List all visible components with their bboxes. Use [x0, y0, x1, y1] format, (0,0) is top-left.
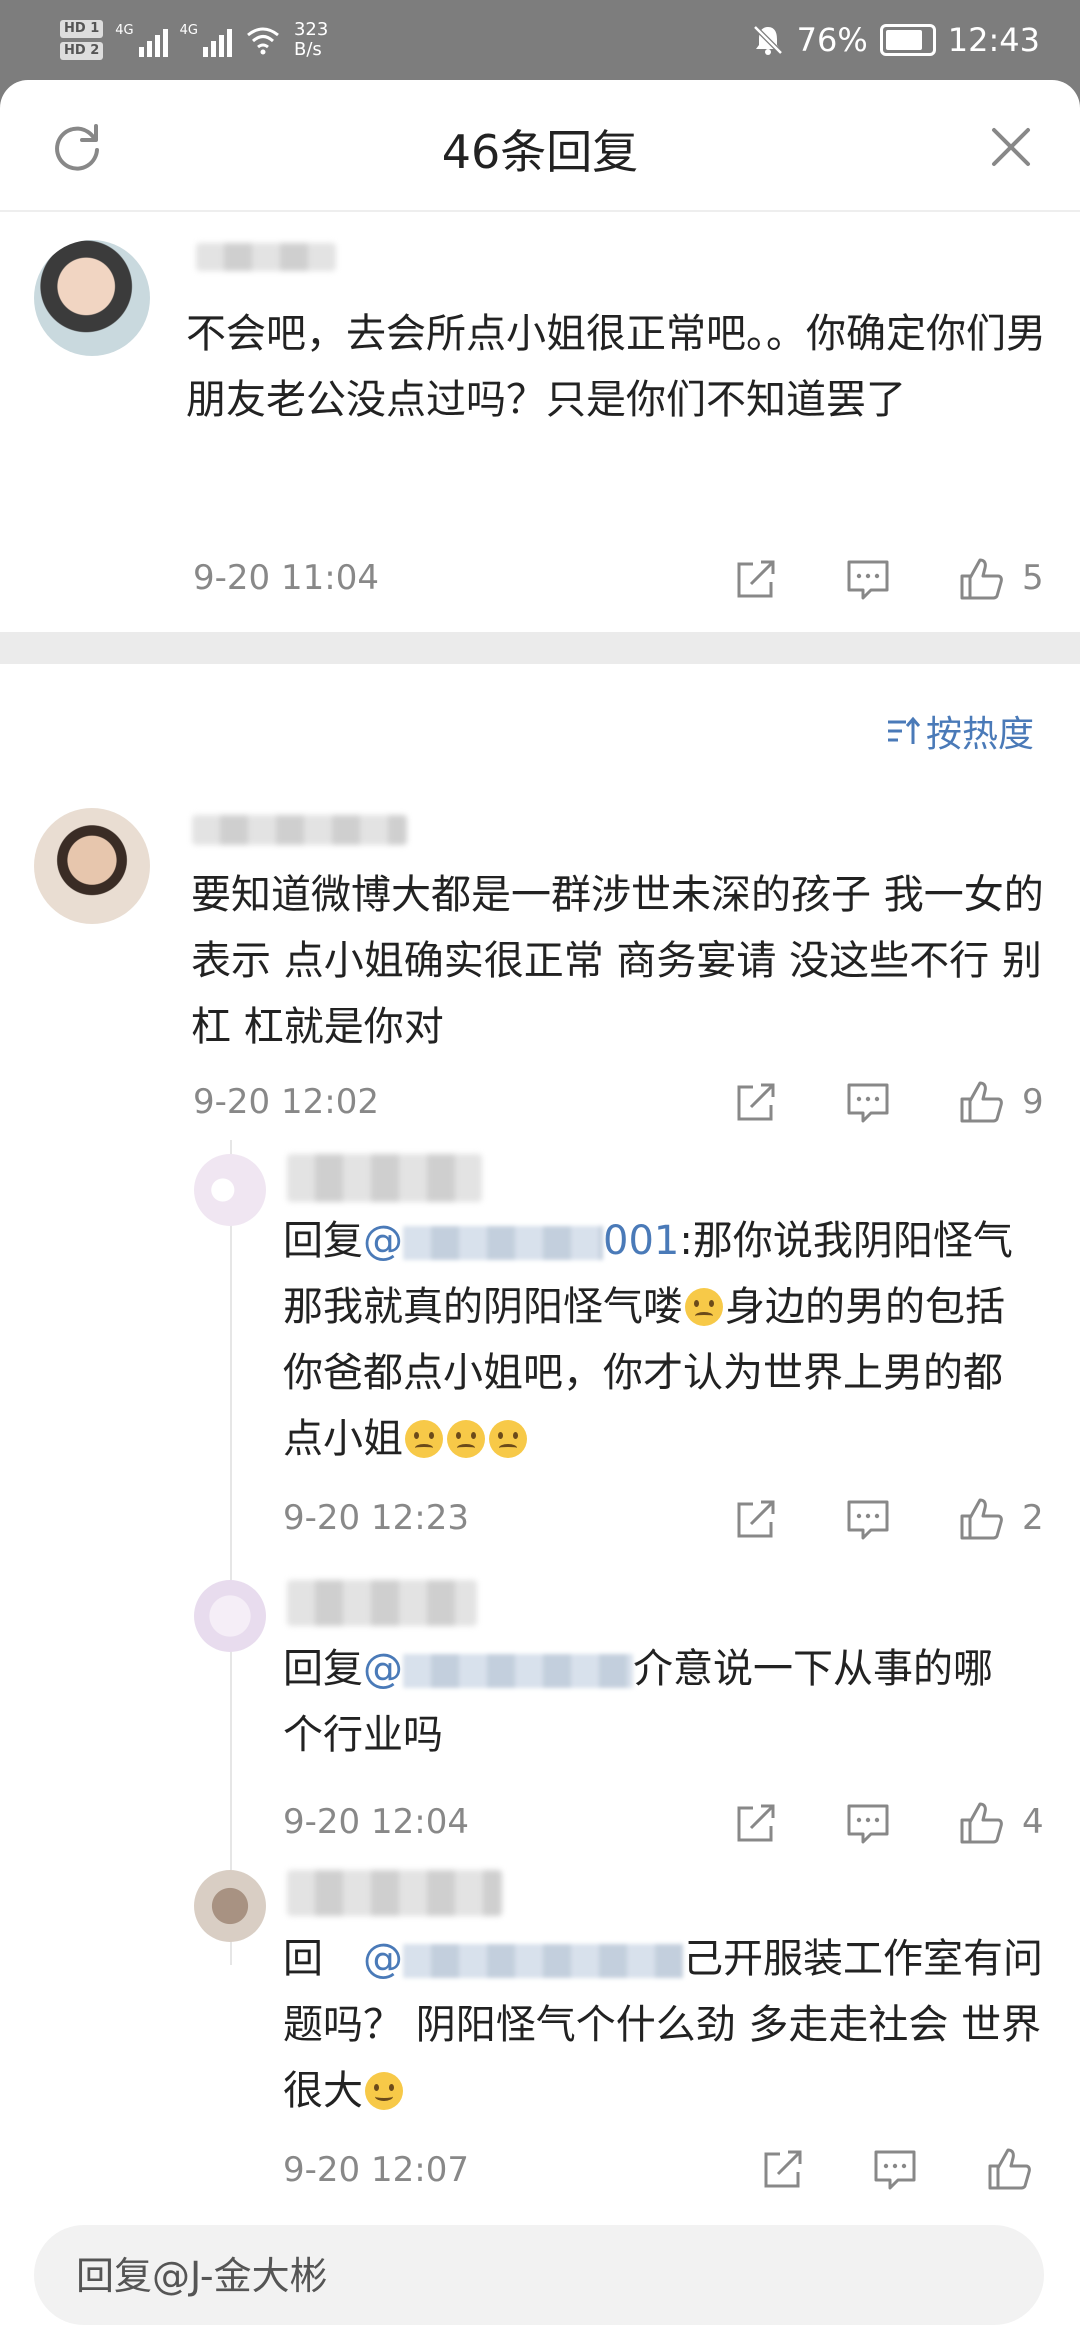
sim2-label: HD 2 — [60, 42, 104, 60]
like-icon[interactable] — [958, 1079, 1004, 1125]
sad-emoji-icon — [405, 1420, 443, 1458]
status-left: HD 1 HD 2 4G 4G 323 B/s — [60, 10, 328, 70]
network-speed: 323 B/s — [293, 19, 329, 60]
net1-label: 4G — [115, 23, 134, 38]
comment-icon[interactable] — [845, 1800, 891, 1846]
wifi-icon — [247, 27, 279, 55]
avatar[interactable] — [34, 240, 150, 356]
reply-prefix: 回复 — [283, 1646, 363, 1692]
avatar[interactable] — [194, 1154, 266, 1226]
like-count: 5 — [1022, 558, 1044, 598]
comment-icon[interactable] — [845, 1496, 891, 1542]
reply-mention[interactable]: @001 — [363, 1218, 679, 1264]
mention-redacted — [403, 1226, 603, 1260]
username-redacted[interactable] — [287, 1870, 502, 1916]
status-bar: HD 1 HD 2 4G 4G 323 B/s 76% 12:43 — [0, 0, 1080, 80]
net2-label: 4G — [179, 23, 198, 38]
avatar[interactable] — [34, 808, 150, 924]
sim-indicators: HD 1 HD 2 — [60, 20, 104, 60]
timestamp: 9-20 12:04 — [283, 1802, 469, 1842]
reply-mention[interactable]: @ — [363, 1646, 633, 1692]
sheet-header: 46条回复 — [0, 80, 1080, 212]
reply-prefix: 回复 — [283, 1218, 363, 1264]
like-count: 9 — [1022, 1082, 1044, 1122]
reply-text: 回复@ 001:那你说我阴阳怪气那我就真的阴阳怪气喽 身边的男的包括你爸都点小姐吧，… — [283, 1208, 1023, 1472]
timestamp: 9-20 11:04 — [193, 558, 379, 598]
like-count: 2 — [1022, 1498, 1044, 1538]
share-icon[interactable] — [733, 1079, 779, 1125]
mention-redacted — [403, 1944, 683, 1978]
mention-at: @ — [363, 1646, 403, 1692]
page-title: 46条回复 — [441, 125, 639, 179]
comment-icon[interactable] — [872, 2146, 918, 2192]
thread-line — [230, 1140, 232, 1965]
battery-percent: 76% — [796, 21, 868, 59]
close-icon[interactable] — [986, 122, 1036, 172]
sim1-label: HD 1 — [60, 20, 104, 38]
replies-sheet: 46条回复 不会吧，去会所点小姐很正常吧。。你确定你们男朋友老公没点过吗？只是你… — [0, 80, 1080, 2340]
reply-mention[interactable]: @ — [323, 1936, 683, 1982]
sort-icon — [887, 716, 920, 744]
mute-bell-icon — [752, 25, 783, 55]
mention-at: @ — [363, 1218, 403, 1264]
timestamp: 9-20 12:23 — [283, 1498, 469, 1538]
mention-tail: 001 — [603, 1218, 680, 1264]
share-icon[interactable] — [733, 556, 779, 602]
reply-input[interactable] — [74, 2225, 1008, 2327]
like-icon[interactable] — [958, 556, 1004, 602]
username-redacted[interactable] — [196, 243, 336, 271]
avatar[interactable] — [194, 1580, 266, 1652]
username-redacted[interactable] — [192, 815, 407, 845]
comment-icon[interactable] — [845, 556, 891, 602]
mention-at: @ — [363, 1936, 403, 1982]
username-redacted[interactable] — [287, 1154, 482, 1202]
like-icon[interactable] — [958, 1496, 1004, 1542]
clock: 12:43 — [947, 21, 1040, 59]
signal2-icon: 4G — [180, 23, 232, 57]
username-redacted[interactable] — [287, 1580, 477, 1626]
sad-emoji-icon — [489, 1420, 527, 1458]
comment-text: 要知道微博大都是一群涉世未深的孩子 我一女的表示 点小姐确实很正常 商务宴请 没… — [191, 872, 1044, 1050]
reply-text: 回 @ 己开服装工作室有问题吗？ 阴阳怪气个什么劲 多走走社会 世界很大 — [283, 1926, 1043, 2124]
comment-icon[interactable] — [845, 1079, 891, 1125]
share-icon[interactable] — [733, 1496, 779, 1542]
like-count: 4 — [1022, 1802, 1044, 1842]
share-icon[interactable] — [760, 2146, 806, 2192]
sad-emoji-icon — [447, 1420, 485, 1458]
root-comment-text: 不会吧，去会所点小姐很正常吧。。你确定你们男朋友老公没点过吗？只是你们不知道罢了 — [186, 311, 1046, 423]
like-icon[interactable] — [958, 1800, 1004, 1846]
section-divider — [0, 632, 1080, 664]
sort-label: 按热度 — [925, 714, 1034, 755]
shy-emoji-icon — [685, 1288, 723, 1326]
like-icon[interactable] — [986, 2146, 1032, 2192]
smile-emoji-icon — [365, 2072, 403, 2110]
share-icon[interactable] — [733, 1800, 779, 1846]
status-right: 76% 12:43 — [751, 14, 1040, 66]
avatar[interactable] — [194, 1870, 266, 1942]
mention-redacted — [403, 1654, 633, 1688]
signal1-icon: 4G — [115, 23, 168, 57]
timestamp: 9-20 12:07 — [283, 2150, 469, 2190]
sort-button[interactable]: 按热度 — [886, 705, 1034, 757]
reply-text: 回复@ 介意说一下从事的哪个行业吗 — [283, 1636, 1023, 1768]
reply-bar[interactable] — [34, 2225, 1044, 2327]
reply-prefix: 回 — [283, 1936, 323, 1982]
timestamp: 9-20 12:02 — [193, 1082, 379, 1122]
battery-icon — [879, 24, 936, 56]
